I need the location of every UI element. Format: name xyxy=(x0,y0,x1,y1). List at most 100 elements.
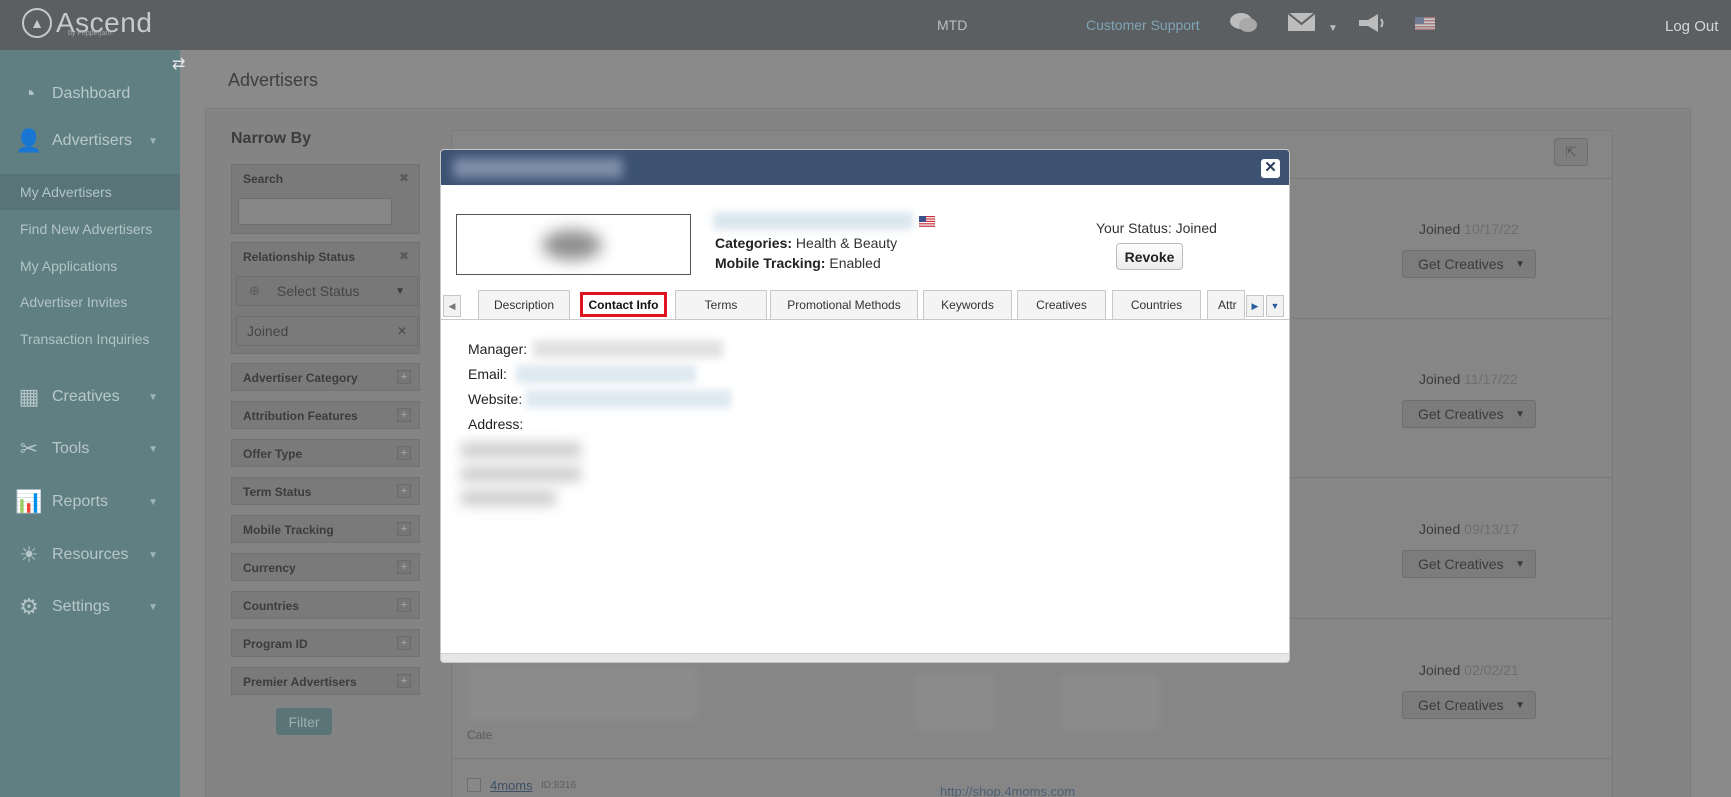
expand-plus-icon[interactable]: + xyxy=(397,674,411,688)
share-icon[interactable]: ⇱ xyxy=(1554,138,1588,166)
sidebar-item-creatives[interactable]: ▦ Creatives ▼ xyxy=(0,375,180,419)
advertiser-url-link[interactable]: http://shop.4moms.com xyxy=(940,784,1075,797)
filter-label: Premier Advertisers xyxy=(243,674,357,689)
tab-countries[interactable]: Countries xyxy=(1112,290,1201,319)
top-bar: ▲ Ascend by Pepperjam MTD Customer Suppo… xyxy=(0,0,1731,50)
joined-date-value: 10/17/22 xyxy=(1464,221,1519,237)
tab-promotional-methods[interactable]: Promotional Methods xyxy=(770,290,918,319)
sidebar-item-advertisers[interactable]: 👤 Advertisers ▼ xyxy=(0,119,180,163)
mobile-tracking-filter[interactable]: Mobile Tracking + xyxy=(231,515,420,543)
chevron-down-icon: ▼ xyxy=(148,549,158,561)
logout-link[interactable]: Log Out xyxy=(1665,18,1718,35)
joined-date-value: 02/02/21 xyxy=(1464,662,1519,678)
sidebar-item-tools[interactable]: ✂ Tools ▼ xyxy=(0,427,180,471)
get-creatives-button[interactable]: Get Creatives ▼ xyxy=(1402,550,1536,578)
joined-filter-chip[interactable]: Joined ✕ xyxy=(236,316,418,346)
revoke-button[interactable]: Revoke xyxy=(1116,243,1183,270)
tab-scroll-right-icon[interactable]: ▶ xyxy=(1246,295,1264,317)
sidebar-item-label: Creatives xyxy=(52,388,120,405)
manager-value-redacted xyxy=(533,340,723,358)
mobile-tracking-value: Enabled xyxy=(829,255,881,271)
filter-label: Advertiser Category xyxy=(243,370,358,385)
tab-menu-chevron-down-icon[interactable]: ▼ xyxy=(1266,295,1284,317)
get-creatives-button[interactable]: Get Creatives ▼ xyxy=(1402,250,1536,278)
currency-filter[interactable]: Currency + xyxy=(231,553,420,581)
sidebar-item-settings[interactable]: ⚙ Settings ▼ xyxy=(0,585,180,629)
brand-subtitle: by Pepperjam xyxy=(68,30,112,37)
remove-chip-icon[interactable]: ✕ xyxy=(397,324,407,338)
categories-line: Categories: Health & Beauty xyxy=(715,235,897,251)
tab-creatives[interactable]: Creatives xyxy=(1017,290,1106,319)
manager-label: Manager: xyxy=(468,341,528,357)
tab-description[interactable]: Description xyxy=(478,290,570,319)
expand-plus-icon[interactable]: + xyxy=(397,636,411,650)
countries-filter[interactable]: Countries + xyxy=(231,591,420,619)
close-icon[interactable]: ✖ xyxy=(399,249,409,263)
sidebar-collapse-icon[interactable]: ⇄ xyxy=(172,54,190,73)
sidebar-item-resources[interactable]: ☀ Resources ▼ xyxy=(0,533,180,577)
customer-support-link[interactable]: Customer Support xyxy=(1086,17,1200,33)
close-icon[interactable]: ✖ xyxy=(399,171,409,185)
expand-plus-icon[interactable]: + xyxy=(397,560,411,574)
filter-label: Attribution Features xyxy=(243,408,358,423)
term-status-filter[interactable]: Term Status + xyxy=(231,477,420,505)
sidebar-sub-my-applications[interactable]: My Applications xyxy=(0,248,180,284)
modal-title-redacted xyxy=(453,158,623,178)
get-creatives-button[interactable]: Get Creatives ▼ xyxy=(1402,691,1536,719)
tab-attribution-partial[interactable]: Attr xyxy=(1207,290,1245,319)
button-label: Get Creatives xyxy=(1418,556,1504,572)
relationship-status-label: Relationship Status xyxy=(243,249,356,264)
status-text: Joined xyxy=(1419,371,1461,387)
attribution-features-filter[interactable]: Attribution Features + xyxy=(231,401,420,429)
filter-button[interactable]: Filter xyxy=(276,708,332,735)
creatives-icon: ▦ xyxy=(18,384,40,409)
tab-contact-info[interactable]: Contact Info xyxy=(580,292,667,317)
tab-scroll-left-icon[interactable]: ◀ xyxy=(443,295,461,317)
advertiser-category-filter[interactable]: Advertiser Category + xyxy=(231,363,420,391)
tab-keywords[interactable]: Keywords xyxy=(923,290,1012,319)
chat-icon[interactable] xyxy=(1229,11,1259,41)
filter-label: Mobile Tracking xyxy=(243,522,334,537)
sidebar-sub-advertiser-invites[interactable]: Advertiser Invites xyxy=(0,284,180,320)
advertiser-name-link[interactable]: 4moms xyxy=(490,778,533,793)
mtd-label[interactable]: MTD xyxy=(937,17,967,33)
sidebar-sub-transaction-inquiries[interactable]: Transaction Inquiries xyxy=(0,321,180,357)
lightbulb-icon: ☀ xyxy=(19,542,39,567)
select-status-dropdown[interactable]: ⊕ Select Status ▼ xyxy=(236,276,418,306)
offer-type-filter[interactable]: Offer Type + xyxy=(231,439,420,467)
chevron-down-icon: ▼ xyxy=(148,135,158,147)
status-text: Joined xyxy=(1419,521,1461,537)
announcement-icon[interactable] xyxy=(1356,11,1386,41)
blurred-content xyxy=(915,675,995,730)
get-creatives-button[interactable]: Get Creatives ▼ xyxy=(1402,400,1536,428)
mail-icon[interactable] xyxy=(1287,11,1317,39)
flag-us-icon[interactable] xyxy=(1415,17,1435,30)
logo-redacted xyxy=(542,230,602,260)
search-input[interactable] xyxy=(238,198,392,225)
joined-date-value: 09/13/17 xyxy=(1464,521,1519,537)
sidebar-item-reports[interactable]: 📊 Reports ▼ xyxy=(0,480,180,524)
sidebar-item-dashboard[interactable]: ◔ Dashboard xyxy=(0,72,180,116)
tools-icon: ✂ xyxy=(19,436,39,461)
filter-label: Currency xyxy=(243,560,296,575)
mail-dropdown-icon[interactable]: ▼ xyxy=(1328,16,1338,42)
expand-plus-icon[interactable]: + xyxy=(397,484,411,498)
tab-terms[interactable]: Terms xyxy=(675,290,767,319)
joined-status: Joined 02/02/21 xyxy=(1419,662,1519,678)
narrow-by-heading: Narrow By xyxy=(231,130,312,147)
program-id-filter[interactable]: Program ID + xyxy=(231,629,420,657)
expand-plus-icon[interactable]: + xyxy=(397,370,411,384)
sidebar-sub-find-new-advertisers[interactable]: Find New Advertisers xyxy=(0,211,180,247)
close-icon[interactable]: ✕ xyxy=(1261,159,1280,178)
premier-advertisers-filter[interactable]: Premier Advertisers + xyxy=(231,667,420,695)
email-value-redacted xyxy=(516,365,696,383)
sidebar-sub-my-advertisers[interactable]: My Advertisers xyxy=(0,174,180,210)
row-checkbox[interactable] xyxy=(467,778,481,792)
expand-plus-icon[interactable]: + xyxy=(397,408,411,422)
joined-status: Joined 11/17/22 xyxy=(1419,371,1518,387)
expand-plus-icon[interactable]: + xyxy=(397,598,411,612)
expand-plus-icon[interactable]: + xyxy=(397,446,411,460)
select-status-value: Select Status xyxy=(277,283,360,299)
expand-plus-icon[interactable]: + xyxy=(397,522,411,536)
button-label: Get Creatives xyxy=(1418,256,1504,272)
